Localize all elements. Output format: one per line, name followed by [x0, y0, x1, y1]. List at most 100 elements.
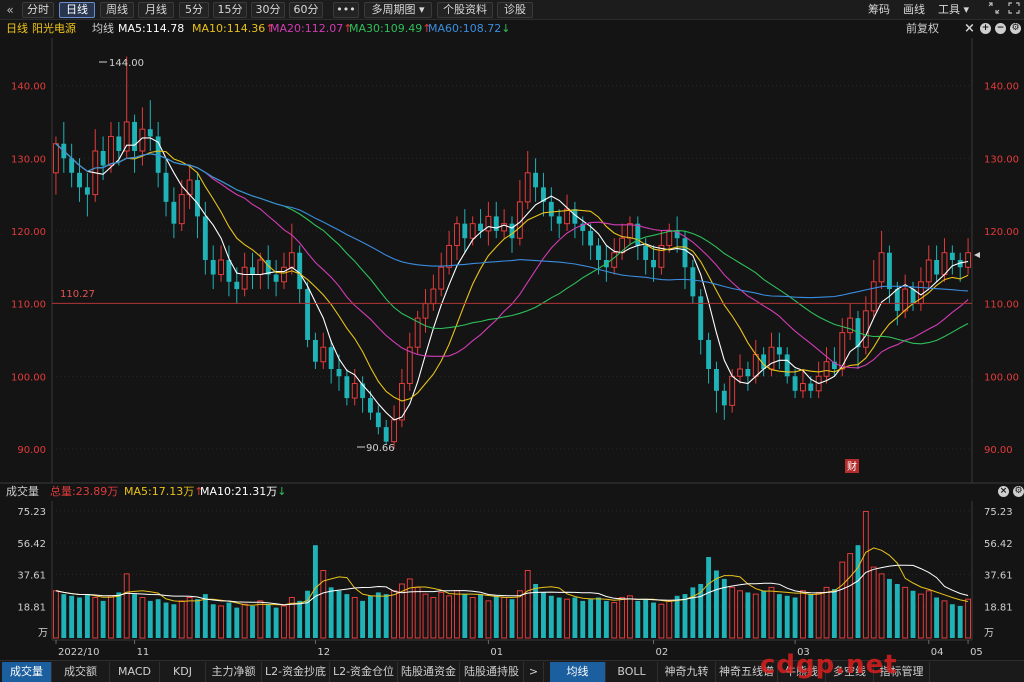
indicator-tab[interactable]: 陆股通持股 [460, 662, 524, 682]
volume-bar [202, 594, 208, 638]
volume-bar [768, 586, 775, 639]
high-marker: 144.00 [99, 58, 144, 69]
candle [383, 419, 389, 445]
tab-5min[interactable]: 5分 [179, 2, 209, 18]
ma-label[interactable]: 均线 [92, 20, 114, 38]
volume-bar [541, 592, 546, 638]
tools-dropdown[interactable]: 工具 ▾ [938, 3, 969, 17]
settings-icon[interactable]: ⚙ [1010, 23, 1021, 34]
indicator-tab[interactable]: BOLL [606, 662, 658, 682]
volume-bar [965, 598, 972, 639]
tab-30min[interactable]: 30分 [251, 2, 285, 18]
volume-bar [611, 602, 618, 639]
indicator-tab[interactable]: KDJ [160, 662, 206, 682]
ma20-text: MA20:112.07 [270, 22, 344, 35]
volume-bar [454, 590, 460, 639]
candle [312, 332, 318, 369]
candle [218, 245, 224, 282]
tab-15min[interactable]: 15分 [213, 2, 247, 18]
indicator-tab[interactable]: 神奇九转 [658, 662, 716, 682]
volume-bar [784, 595, 790, 638]
price-tick-left: 90.00 [17, 445, 46, 456]
indicator-tab[interactable]: > [524, 662, 544, 682]
indicator-tab[interactable]: 成交额 [52, 662, 110, 682]
tab-monthly[interactable]: 月线 [138, 2, 174, 18]
draw-line-button[interactable]: 画线 [903, 3, 925, 17]
volume-tick-left: 75.23 [17, 507, 46, 518]
tab-60min[interactable]: 60分 [289, 2, 323, 18]
tab-daily[interactable]: 日线 [59, 2, 95, 18]
volume-bar [210, 604, 216, 638]
volume-bar [902, 586, 909, 639]
indicator-tab[interactable]: 陆股通资金 [398, 662, 460, 682]
volume-tick-left: 37.61 [17, 571, 46, 582]
candle [493, 201, 499, 239]
adjust-mode[interactable]: 前复权 [906, 20, 939, 38]
cai-label: 财 [847, 460, 857, 473]
candle [163, 158, 169, 217]
volume-bar [375, 592, 381, 638]
more-button[interactable]: ••• [333, 2, 359, 18]
volume-bar [414, 586, 421, 639]
indicator-tab[interactable]: L2-资金抄底 [262, 662, 330, 682]
candle [462, 209, 468, 253]
close-icon[interactable]: × [964, 22, 975, 35]
fullscreen-icon[interactable] [1006, 2, 1022, 18]
zoom-in-icon[interactable]: + [980, 23, 991, 34]
indicator-tab[interactable]: MACD [110, 662, 160, 682]
kline-chart[interactable]: 140.00 130.00 120.00 110.00 100.00 90.00 140.… [0, 38, 1024, 660]
candle [210, 245, 216, 290]
volume-bar [155, 599, 161, 638]
close-icon[interactable]: × [998, 486, 1009, 497]
volume-tick-right: 75.23 [984, 507, 1013, 518]
volume-bar [643, 599, 649, 638]
volume-unit-right: 万 [984, 628, 994, 639]
candle [501, 209, 508, 239]
volume-unit-left: 万 [38, 628, 48, 639]
candle [714, 361, 719, 413]
volume-bar [548, 595, 554, 638]
indicator-tab[interactable]: 主力净额 [206, 662, 262, 682]
volume-ma-lines [55, 547, 969, 606]
volume-bar [469, 597, 476, 639]
candle [186, 165, 193, 210]
volume-axis-right: 75.23 56.42 37.61 18.81 万 [984, 507, 1013, 639]
multi-period-dropdown[interactable]: 多周期图 ▾ [364, 2, 432, 18]
zoom-out-icon[interactable]: − [995, 23, 1006, 34]
candle [619, 223, 626, 260]
back-icon[interactable]: « [2, 2, 18, 18]
restore-icon[interactable] [986, 2, 1002, 18]
volume-bar [485, 600, 492, 639]
volume-bar [178, 600, 185, 639]
tab-intraday[interactable]: 分时 [22, 2, 54, 18]
diagnose-button[interactable]: 诊股 [497, 2, 533, 18]
volume-bar [761, 590, 767, 638]
volume-bar [941, 600, 948, 639]
stock-profile-button[interactable]: 个股资料 [437, 2, 493, 18]
candle [541, 172, 546, 217]
settings-icon[interactable]: ⚙ [1013, 486, 1024, 497]
volume-bar [588, 599, 594, 638]
indicator-tab[interactable]: 成交量 [2, 662, 52, 682]
volume-bar [572, 597, 578, 638]
price-axis-left: 140.00 130.00 120.00 110.00 100.00 90.00 [11, 82, 46, 456]
volume-bar [344, 594, 350, 638]
ma10-line [55, 143, 969, 402]
indicator-tab[interactable]: L2-资金仓位 [330, 662, 398, 682]
tab-weekly[interactable]: 周线 [100, 2, 134, 18]
volume-bar [925, 590, 932, 639]
volume-bar [241, 603, 248, 639]
down-arrow-icon: ↓ [277, 485, 287, 498]
chips-button[interactable]: 筹码 [868, 3, 890, 17]
volume-bar [391, 590, 397, 639]
volume-bar [84, 594, 90, 638]
volume-bar [737, 590, 743, 639]
cai-badge[interactable]: 财 [845, 459, 859, 473]
volume-bar [69, 595, 75, 638]
volume-bar [651, 602, 656, 638]
candle [360, 376, 366, 413]
candle [658, 230, 665, 275]
indicator-tab[interactable]: 均线 [550, 662, 606, 682]
low-label: 90.66 [366, 443, 395, 454]
candle [548, 187, 554, 231]
